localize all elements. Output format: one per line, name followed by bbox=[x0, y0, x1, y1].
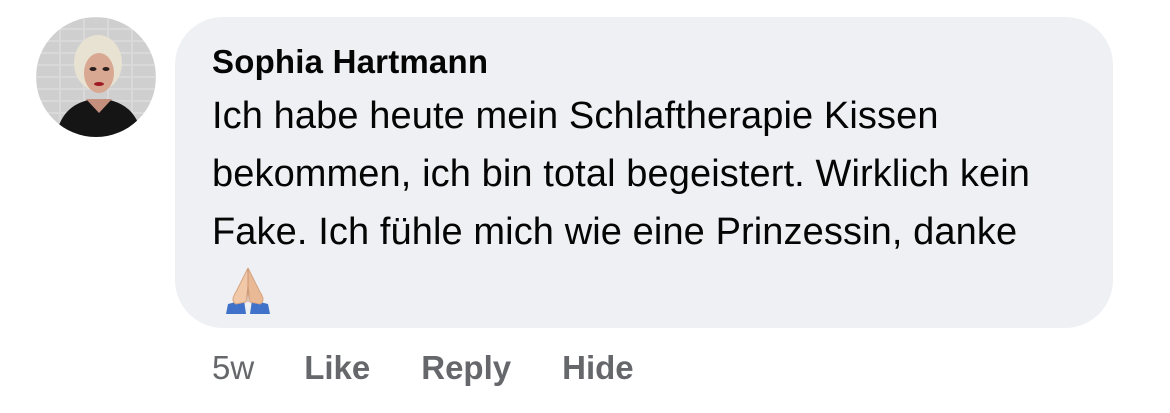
comment-text: Ich habe heute mein Schlaftherapie Kisse… bbox=[212, 95, 1031, 253]
hide-button[interactable]: Hide bbox=[562, 345, 634, 391]
comment-actions: 5w Like Reply Hide bbox=[212, 345, 685, 391]
like-button[interactable]: Like bbox=[304, 345, 370, 391]
folded-hands-icon bbox=[222, 264, 274, 316]
comment-timestamp[interactable]: 5w bbox=[212, 345, 254, 391]
comment-body: Ich habe heute mein Schlaftherapie Kisse… bbox=[212, 87, 1077, 319]
comment-bubble: Sophia Hartmann Ich habe heute mein Schl… bbox=[175, 17, 1113, 328]
reply-button[interactable]: Reply bbox=[421, 345, 511, 391]
author-avatar[interactable] bbox=[36, 17, 156, 137]
comment-author[interactable]: Sophia Hartmann bbox=[212, 41, 488, 83]
